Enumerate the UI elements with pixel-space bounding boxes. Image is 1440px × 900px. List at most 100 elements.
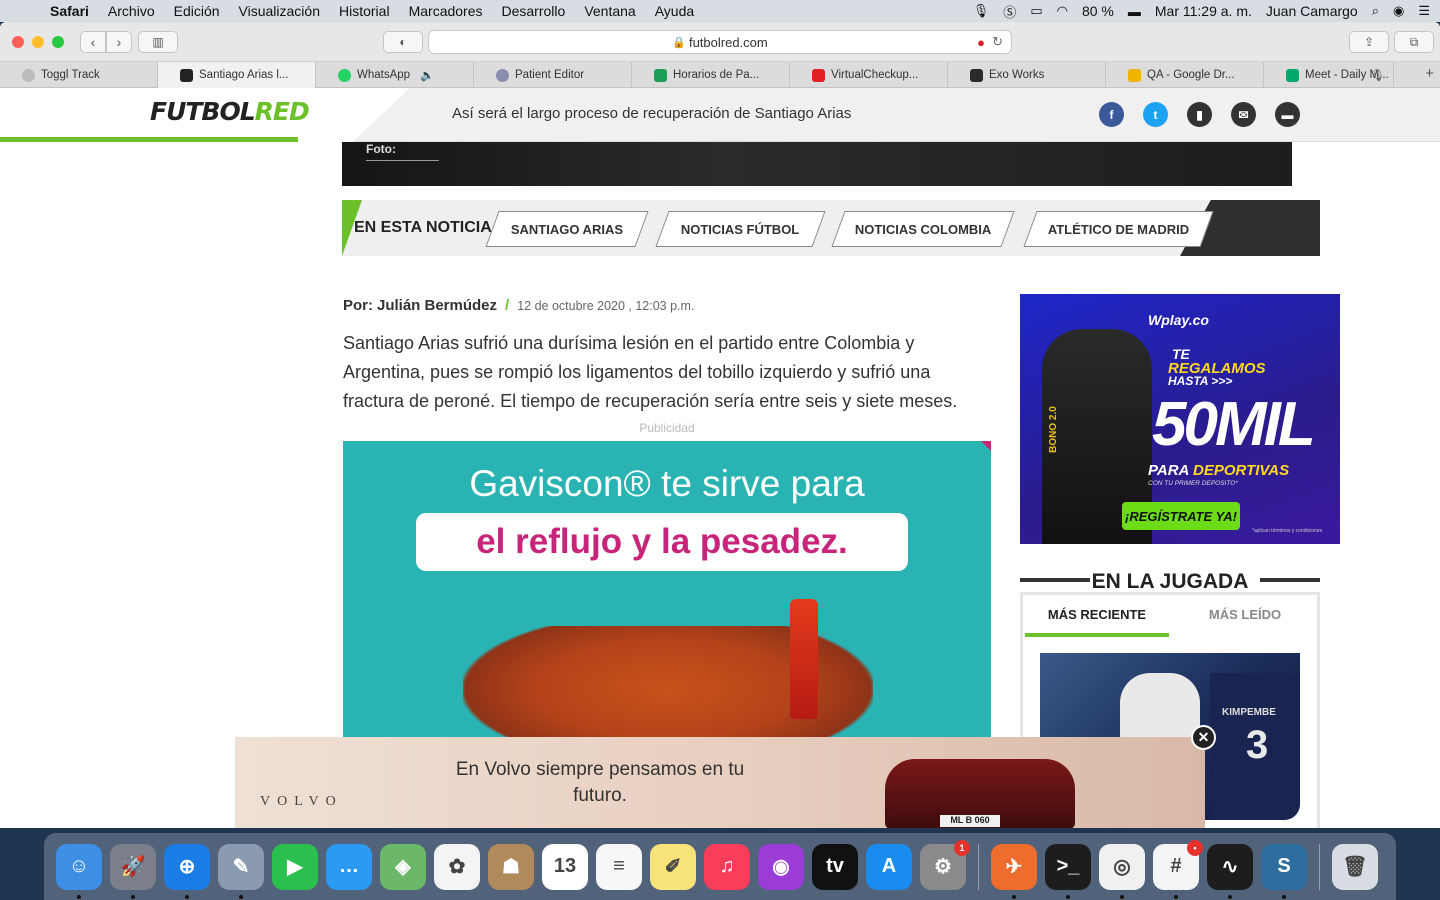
close-ad-button[interactable]: ✕: [1191, 725, 1216, 750]
futbolred-favicon-icon: [180, 68, 193, 82]
recording-mic-icon[interactable]: ●: [977, 35, 985, 50]
siri-icon[interactable]: ◉: [1393, 3, 1404, 19]
section-title: EN LA JUGADA: [1091, 570, 1249, 593]
menubar-clock[interactable]: Mar 11:29 a. m.: [1155, 3, 1252, 19]
tab-mas-leido[interactable]: MÁS LEÍDO: [1173, 607, 1317, 622]
tab-mas-reciente[interactable]: MÁS RECIENTE: [1025, 607, 1169, 622]
tab-mic-icon[interactable]: 🎙: [1370, 68, 1385, 82]
dock-shield-app-icon[interactable]: S: [1261, 843, 1307, 899]
tab-toggl-track[interactable]: Toggl Track: [0, 62, 158, 88]
dock-separator: [978, 843, 979, 890]
menu-desarrollo[interactable]: Desarrollo: [502, 3, 566, 19]
reload-icon[interactable]: ↻: [992, 34, 1003, 50]
email-share-icon[interactable]: ✉: [1231, 102, 1256, 127]
new-tab-icon[interactable]: +: [1425, 65, 1434, 82]
tab-overview-button[interactable]: ⧉: [1394, 31, 1434, 53]
dock-slack-icon[interactable]: # •: [1153, 839, 1203, 899]
tab-horarios[interactable]: Horarios de Pa...: [632, 62, 790, 88]
spotlight-search-icon[interactable]: ⌕: [1372, 3, 1379, 19]
menubar-user[interactable]: Juan Camargo: [1266, 3, 1358, 19]
menu-archivo[interactable]: Archivo: [108, 3, 155, 19]
sidebar-toggle-button[interactable]: ▥: [138, 31, 178, 53]
dock-messages-icon[interactable]: …: [326, 843, 372, 890]
tab-exo-works[interactable]: Exo Works: [948, 62, 1106, 88]
twitter-share-icon[interactable]: t: [1143, 102, 1168, 127]
menu-marcadores[interactable]: Marcadores: [409, 3, 483, 19]
menu-historial[interactable]: Historial: [339, 3, 390, 19]
tab-whatsapp[interactable]: WhatsApp 🔈: [316, 62, 474, 88]
dock-calendar-icon[interactable]: 13: [542, 843, 588, 890]
facebook-share-icon[interactable]: f: [1099, 102, 1124, 127]
fullscreen-window-button[interactable]: [52, 35, 64, 48]
tab-qa-google-drive[interactable]: QA - Google Dr...: [1106, 62, 1264, 88]
comment-icon[interactable]: ▬: [1275, 102, 1300, 127]
dock-maps-icon[interactable]: ◈: [380, 843, 426, 890]
share-button[interactable]: ⇪: [1349, 31, 1389, 53]
dock-podcasts-icon[interactable]: ◉: [758, 843, 804, 890]
battery-percentage[interactable]: 80 %: [1082, 3, 1114, 19]
dock-app-store-icon[interactable]: A: [866, 843, 912, 890]
wplay-register-button[interactable]: ¡REGÍSTRATE YA!: [1122, 502, 1240, 530]
dock-preview-icon[interactable]: ✎: [218, 843, 264, 899]
control-center-icon[interactable]: ☰: [1418, 3, 1430, 19]
menu-visualizacion[interactable]: Visualización: [239, 3, 320, 19]
ad-choices-icon[interactable]: [981, 441, 991, 451]
tag-atletico-de-madrid[interactable]: ATLÉTICO DE MADRID: [1023, 211, 1214, 247]
dock-music-icon[interactable]: ♫: [704, 843, 750, 890]
tab-patient-editor[interactable]: Patient Editor: [474, 62, 632, 88]
shield-status-icon[interactable]: Ⓢ: [1003, 2, 1016, 21]
menu-ventana[interactable]: Ventana: [584, 3, 635, 19]
forward-button[interactable]: ›: [106, 30, 132, 53]
lock-icon: 🔒: [672, 36, 686, 49]
tag-label: NOTICIAS COLOMBIA: [854, 221, 992, 237]
speaker-icon[interactable]: 🔈: [420, 68, 434, 82]
menu-app-safari[interactable]: Safari: [50, 3, 89, 19]
airplay-icon[interactable]: ▭: [1030, 3, 1042, 19]
back-button[interactable]: ‹: [80, 30, 106, 53]
dock-terminal-icon[interactable]: >_: [1045, 843, 1091, 899]
tab-meet[interactable]: Meet - Daily M... 🎙: [1264, 62, 1394, 88]
dock-facetime-icon[interactable]: ▶: [272, 843, 318, 890]
bookmark-icon[interactable]: ▮: [1187, 102, 1212, 127]
gaviscon-ad[interactable]: Gaviscon® te sirve para el reflujo y la …: [343, 441, 991, 741]
tag-noticias-colombia[interactable]: NOTICIAS COLOMBIA: [831, 211, 1015, 247]
logo-underline: [0, 137, 298, 142]
privacy-report-button[interactable]: ◐: [383, 31, 423, 53]
running-indicator: [1228, 894, 1232, 899]
close-window-button[interactable]: [12, 35, 24, 48]
tab-virtualcheckup[interactable]: VirtualCheckup...: [790, 62, 948, 88]
dock-finder-icon[interactable]: ☺: [56, 843, 102, 899]
menu-ayuda[interactable]: Ayuda: [655, 3, 694, 19]
running-indicator: [1066, 894, 1070, 899]
battery-icon[interactable]: ▬: [1128, 4, 1141, 19]
tab-santiago-arias[interactable]: Santiago Arias l...: [158, 62, 316, 88]
dock-contacts-icon[interactable]: ☗: [488, 843, 534, 890]
minimize-window-button[interactable]: [32, 35, 44, 48]
tab-label: Santiago Arias l...: [199, 69, 289, 81]
dock-photos-icon[interactable]: ✿: [434, 843, 480, 890]
tag-noticias-futbol[interactable]: NOTICIAS FÚTBOL: [655, 211, 826, 247]
wplay-ad[interactable]: Wplay.co BONO 2.0 TE REGALAMOS HASTA >>>…: [1020, 294, 1340, 544]
dock-reminders-icon[interactable]: ≡: [596, 843, 642, 890]
dock-trash-icon[interactable]: 🗑: [1332, 843, 1378, 890]
toggl-icon: [22, 68, 35, 82]
volvo-sticky-ad[interactable]: VOLVO En Volvo siempre pensamos en tu fu…: [235, 737, 1205, 828]
futbolred-logo[interactable]: FUTBOLRED: [150, 97, 310, 126]
tag-santiago-arias[interactable]: SANTIAGO ARIAS: [485, 211, 649, 247]
microphone-icon[interactable]: 🎙: [973, 3, 990, 19]
dock-chrome-icon[interactable]: ◎: [1099, 843, 1145, 899]
dock-postman-icon[interactable]: ✈: [991, 843, 1037, 899]
dock-system-preferences-icon[interactable]: ⚙ 1: [920, 839, 970, 890]
jersey-name: KIMPEMBE: [1222, 707, 1276, 718]
author-link[interactable]: Julián Bermúdez: [377, 297, 497, 314]
dock-safari-icon[interactable]: ⊕: [164, 843, 210, 899]
dock-launchpad-icon[interactable]: 🚀: [110, 843, 156, 899]
wifi-icon[interactable]: ◠: [1057, 3, 1068, 19]
running-indicator: [77, 894, 81, 899]
menu-edicion[interactable]: Edición: [174, 3, 220, 19]
dock-apple-tv-icon[interactable]: tv: [812, 843, 858, 890]
dock-notes-icon[interactable]: ✐: [650, 843, 696, 890]
address-bar[interactable]: 🔒 futbolred.com ● ↻: [428, 30, 1012, 54]
running-indicator: [1174, 894, 1178, 899]
dock-activity-monitor-icon[interactable]: ∿: [1207, 843, 1253, 899]
